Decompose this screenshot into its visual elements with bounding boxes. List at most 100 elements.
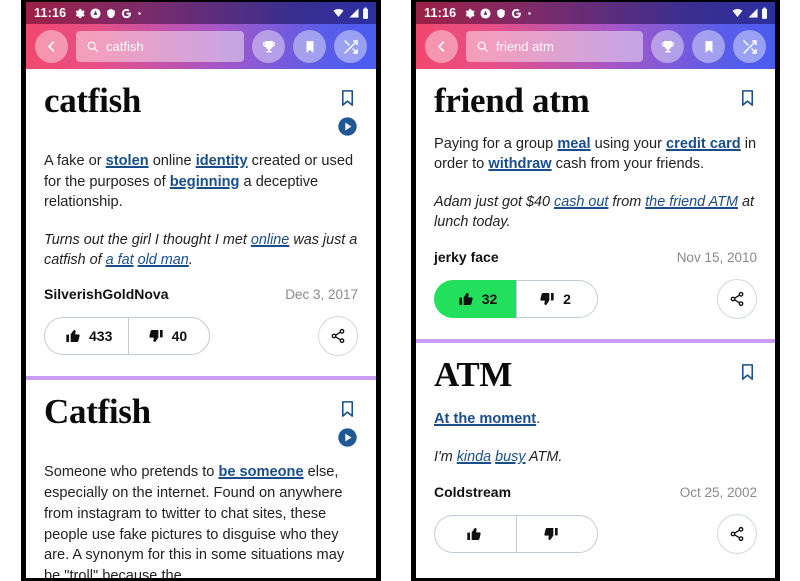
search-icon (477, 41, 488, 52)
downvote-button[interactable]: 2 (516, 279, 598, 318)
wifi-icon (331, 7, 346, 19)
status-bar-right-icons (331, 7, 369, 20)
definition-link[interactable]: be someone (218, 464, 303, 480)
definition-entry: ATM At the moment. I'm kinda busy ATM. C… (416, 342, 775, 560)
status-bar-clock: 11:16 (424, 6, 457, 20)
entry-header-icons (337, 394, 358, 448)
status-bar: 11:16 (26, 2, 376, 24)
search-query-text: friend atm (496, 39, 554, 54)
screenshot-stage: 11:16 catfish catfish A fake or stolen o… (0, 0, 800, 581)
definition-link[interactable]: meal (557, 136, 590, 152)
shuffle-button[interactable] (334, 30, 367, 63)
definition-link[interactable]: credit card (666, 136, 741, 152)
downvote-button[interactable] (516, 514, 598, 553)
definition-link[interactable]: kinda (457, 449, 491, 465)
entry-header-icons (337, 83, 358, 137)
status-bar-left-icons (464, 7, 532, 19)
bookmark-icon[interactable] (738, 87, 757, 109)
definition-link[interactable]: identity (196, 153, 248, 169)
battery-icon (362, 7, 369, 20)
entry-author[interactable]: SilverishGoldNova (44, 286, 168, 302)
status-bar-clock: 11:16 (34, 6, 67, 20)
gear-icon (464, 8, 475, 19)
definition-entry: friend atm Paying for a group meal using… (416, 69, 775, 325)
google-g-icon (121, 8, 132, 19)
definition-link[interactable]: cash out (554, 194, 608, 210)
downvote-count: 2 (563, 290, 571, 307)
status-bar-right-icons (730, 7, 768, 20)
downvote-button[interactable]: 40 (128, 317, 211, 356)
definition-link[interactable]: old man (138, 252, 189, 268)
bookmark-icon (306, 40, 313, 53)
trophy-icon (262, 40, 275, 52)
entry-actions: 433 40 (44, 316, 358, 357)
shuffle-icon (343, 39, 358, 54)
search-input[interactable]: friend atm (466, 31, 643, 62)
shield-icon (496, 8, 506, 19)
upvote-count: 32 (481, 290, 498, 307)
entry-actions: 32 2 (434, 278, 757, 319)
bookmark-button[interactable] (293, 30, 326, 63)
entry-header: friend atm (434, 82, 757, 120)
trophy-button[interactable] (651, 30, 684, 63)
search-query-text: catfish (106, 39, 144, 54)
thumbs-down-icon (544, 527, 558, 540)
upvote-count: 433 (89, 328, 113, 345)
thumbs-up-icon (459, 292, 473, 305)
battery-icon (761, 7, 768, 20)
definition-link[interactable]: online (251, 232, 289, 248)
definition-list-right[interactable]: friend atm Paying for a group meal using… (416, 69, 775, 578)
definition-entry: catfish A fake or stolen online identity… (26, 69, 376, 363)
android-head-icon (480, 7, 491, 19)
shuffle-button[interactable] (733, 30, 766, 63)
upvote-button[interactable] (434, 514, 516, 553)
gear-icon (74, 8, 85, 19)
definition-link[interactable]: withdraw (488, 156, 551, 172)
definition-link[interactable]: a fat (106, 252, 134, 268)
vote-group: 433 40 (44, 317, 211, 356)
bookmark-button[interactable] (692, 30, 725, 63)
chevron-left-icon (438, 41, 445, 52)
thumbs-up-icon (466, 527, 481, 540)
definition-link[interactable]: stolen (106, 153, 149, 169)
entry-date: Dec 3, 2017 (285, 287, 358, 303)
play-icon[interactable] (337, 116, 358, 137)
upvote-button[interactable]: 433 (44, 317, 129, 356)
entry-meta: SilverishGoldNova Dec 3, 2017 (44, 286, 358, 302)
vote-group (434, 514, 598, 553)
definition-link[interactable]: At the moment (434, 411, 536, 427)
shuffle-icon (742, 39, 757, 54)
definition-link[interactable]: the friend ATM (645, 194, 738, 210)
share-icon (730, 526, 744, 541)
search-input[interactable]: catfish (76, 31, 244, 62)
vote-group: 32 2 (434, 279, 598, 318)
entry-author[interactable]: jerky face (434, 249, 499, 265)
share-button[interactable] (717, 278, 757, 319)
signal-icon (348, 7, 360, 19)
share-button[interactable] (717, 513, 757, 554)
bookmark-icon[interactable] (338, 87, 357, 109)
entry-header-icons (738, 83, 757, 109)
bookmark-icon[interactable] (338, 398, 357, 420)
thumbs-up-icon (66, 330, 80, 343)
upvote-button[interactable]: 32 (434, 279, 516, 318)
play-icon[interactable] (337, 427, 358, 448)
chevron-left-icon (48, 41, 55, 52)
definition-link[interactable]: busy (495, 449, 525, 465)
entry-header: Catfish (44, 394, 358, 448)
entry-actions (434, 513, 757, 554)
back-button[interactable] (35, 30, 68, 63)
back-button[interactable] (425, 30, 458, 63)
entry-word: ATM (434, 354, 513, 394)
share-button[interactable] (318, 316, 358, 357)
thumbs-down-icon (148, 330, 163, 343)
entry-definition: Someone who pretends to be someone else,… (44, 464, 345, 581)
definition-link[interactable]: beginning (170, 174, 240, 190)
definition-list-left[interactable]: catfish A fake or stolen online identity… (26, 69, 376, 581)
trophy-button[interactable] (252, 30, 285, 63)
definition-entry: Catfish Someone who pretends to be someo… (26, 380, 376, 581)
entry-date: Oct 25, 2002 (679, 484, 757, 500)
entry-header: ATM (434, 354, 757, 394)
bookmark-icon[interactable] (738, 361, 757, 383)
entry-author[interactable]: Coldstream (434, 484, 511, 500)
